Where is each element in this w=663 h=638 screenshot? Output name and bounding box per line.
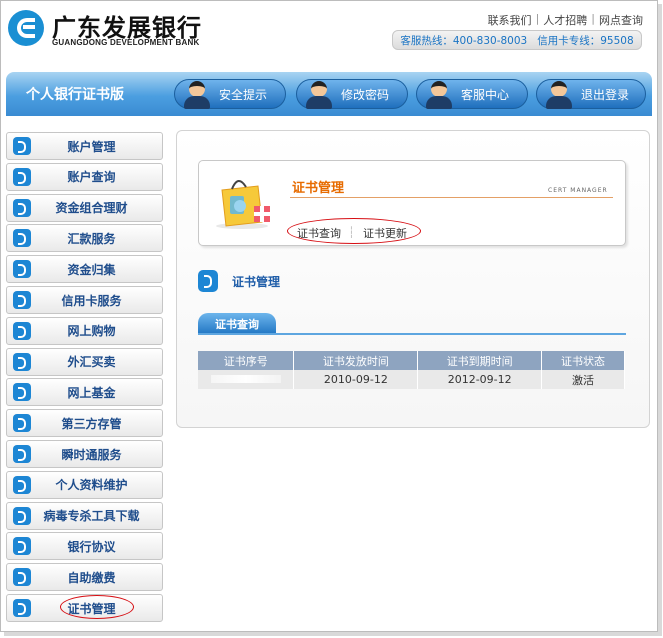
sidebar-item-label: 个人资料维护 (55, 478, 128, 493)
nav-title: 个人银行证书版 (26, 87, 124, 103)
arrow-badge-icon (13, 198, 31, 217)
arrow-badge-icon (13, 475, 31, 494)
arrow-badge-icon (13, 414, 31, 433)
section-icon (198, 270, 218, 292)
sidebar-item[interactable]: 信用卡服务 (6, 286, 163, 314)
link-contact[interactable]: 联系我们 (488, 12, 532, 28)
sidebar-item-label: 银行协议 (67, 539, 116, 554)
sidebar-item-label: 资金组合理财 (55, 201, 128, 216)
service-hotline: 客服热线：400-830-8003 (400, 34, 528, 47)
redacted-serial (210, 375, 281, 383)
col-expires: 证书到期时间 (417, 351, 543, 370)
arrow-badge-icon (13, 383, 31, 402)
arrow-badge-icon (13, 568, 31, 587)
sidebar-item[interactable]: 个人资料维护 (6, 470, 163, 499)
sidebar-item-label: 网上基金 (67, 385, 116, 400)
sidebar-item[interactable]: 账户查询 (6, 162, 163, 191)
service-center-button[interactable]: 客服中心 (416, 79, 528, 109)
annotation-oval (60, 595, 134, 619)
arrow-badge-icon (13, 229, 31, 248)
sidebar-item-label: 病毒专杀工具下载 (43, 509, 140, 524)
logout-button[interactable]: 退出登录 (536, 79, 646, 109)
card-subtitle-en: CERT MANAGER (548, 187, 608, 194)
sidebar-item[interactable]: 网上基金 (6, 378, 163, 407)
cell-expires: 2012-09-12 (417, 370, 543, 389)
sidebar-item-label: 资金归集 (67, 262, 116, 277)
sidebar-item[interactable]: 瞬时通服务 (6, 440, 163, 468)
arrow-badge-icon (13, 352, 31, 371)
sidebar-item[interactable]: 第三方存管 (6, 409, 163, 438)
arrow-badge-icon (13, 599, 31, 617)
arrow-badge-icon (13, 260, 31, 279)
table-row: 2010-09-12 2012-09-12 激活 (198, 370, 625, 389)
safety-tips-button[interactable]: 安全提示 (174, 79, 286, 109)
link-branches[interactable]: 网点查询 (599, 12, 643, 28)
sidebar-item[interactable]: 银行协议 (6, 532, 163, 561)
cell-issued: 2010-09-12 (293, 370, 419, 389)
frame-shadow (4, 632, 662, 636)
sidebar-item-label: 汇款服务 (67, 231, 116, 246)
arrow-badge-icon (13, 321, 31, 340)
bank-logo-icon (8, 10, 44, 46)
sidebar-item[interactable]: 汇款服务 (6, 224, 163, 253)
col-issued: 证书发放时间 (293, 351, 419, 370)
frame-shadow (658, 4, 662, 636)
arrow-badge-icon (13, 445, 31, 463)
sidebar-item-label: 自助缴费 (67, 570, 116, 585)
cert-table: 证书序号 证书发放时间 证书到期时间 证书状态 2010-09-12 2012-… (198, 351, 625, 389)
brand-name-en: GUANGDONG DEVELOPMENT BANK (52, 38, 200, 47)
sidebar-item[interactable]: 账户管理 (6, 132, 163, 160)
sidebar-item-label: 账户查询 (67, 170, 116, 185)
link-careers[interactable]: 人才招聘 (543, 12, 587, 28)
sidebar-item[interactable]: 资金归集 (6, 255, 163, 284)
cell-serial (198, 370, 295, 389)
sidebar-item[interactable]: 网上购物 (6, 316, 163, 345)
card-divider (290, 197, 613, 198)
cell-status: 激活 (541, 370, 625, 389)
sidebar-item-label: 账户管理 (67, 139, 116, 154)
tab-cert-query[interactable]: 证书查询 (198, 313, 276, 334)
agent-avatar-icon (543, 78, 575, 110)
col-status: 证书状态 (541, 351, 625, 370)
card-hotline: 信用卡专线：95508 (537, 34, 634, 47)
tab-underline (198, 333, 626, 335)
sidebar-item[interactable]: 资金组合理财 (6, 193, 163, 222)
sidebar-item-label: 外汇买卖 (67, 355, 116, 370)
annotation-oval (287, 218, 421, 244)
shopping-bag-icon (216, 180, 270, 229)
sidebar-item[interactable]: 自助缴费 (6, 563, 163, 592)
sidebar-item[interactable]: 外汇买卖 (6, 347, 163, 376)
hotline-bar: 客服热线：400-830-8003 信用卡专线：95508 (392, 30, 642, 50)
arrow-badge-icon (13, 537, 31, 556)
top-links: 联系我们 | 人才招聘 | 网点查询 (487, 12, 643, 28)
sidebar-item-label: 第三方存管 (61, 416, 122, 431)
change-password-button[interactable]: 修改密码 (296, 79, 408, 109)
agent-avatar-icon (181, 78, 213, 110)
sidebar-item[interactable]: 病毒专杀工具下载 (6, 501, 163, 530)
sidebar-item-label: 网上购物 (67, 324, 116, 339)
agent-avatar-icon (303, 78, 335, 110)
section-title: 证书管理 (232, 275, 281, 289)
main-navbar: 个人银行证书版 安全提示 修改密码 客服中心 退出登录 (6, 72, 652, 116)
sidebar-item-label: 瞬时通服务 (61, 447, 122, 462)
arrow-badge-icon (13, 167, 31, 186)
sidebar-item-label: 信用卡服务 (61, 293, 122, 308)
arrow-badge-icon (13, 506, 31, 525)
agent-avatar-icon (423, 78, 455, 110)
card-title: 证书管理 (292, 181, 345, 196)
arrow-badge-icon (13, 291, 31, 309)
arrow-badge-icon (13, 137, 31, 155)
col-serial: 证书序号 (198, 351, 295, 370)
